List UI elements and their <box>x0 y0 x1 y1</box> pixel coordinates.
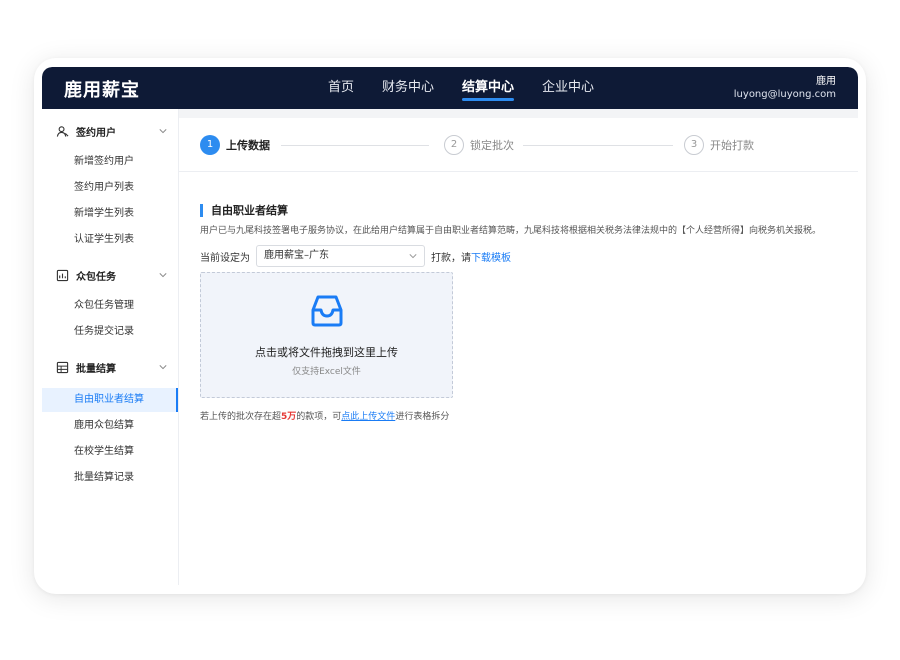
nav-enterprise[interactable]: 企业中心 <box>542 67 594 109</box>
note-suffix: 进行表格拆分 <box>395 412 450 422</box>
sidebar-item-freelancer-settlement[interactable]: 自由职业者结算 <box>42 388 178 412</box>
user-email: luyong@luyong.com <box>733 89 836 100</box>
sidebar-item-task-submissions[interactable]: 任务提交记录 <box>42 320 178 344</box>
entity-select-value: 鹿用薪宝–广东 <box>264 250 329 261</box>
user-info[interactable]: 鹿用 luyong@luyong.com <box>734 75 836 101</box>
main-nav: 首页 财务中心 结算中心 企业中心 <box>328 67 622 109</box>
nav-home[interactable]: 首页 <box>328 67 354 109</box>
sidebar-item-student-settlement[interactable]: 在校学生结算 <box>42 440 178 464</box>
sidebar: 签约用户 新增签约用户 签约用户列表 新增学生列表 认证学生列表 众包任务 众包… <box>42 109 179 585</box>
step-2-indicator: 2 <box>444 135 464 155</box>
note-prefix: 若上传的批次存在超 <box>200 412 282 422</box>
note-amount-highlight: 5万 <box>281 412 297 422</box>
sidebar-item-verified-students[interactable]: 认证学生列表 <box>42 228 178 252</box>
upload-title: 点击或将文件拖拽到这里上传 <box>255 346 398 359</box>
step-connector <box>281 145 429 146</box>
chart-box-icon <box>56 269 69 282</box>
user-name: 鹿用 <box>816 76 836 87</box>
chevron-down-icon <box>159 365 167 370</box>
step-3-indicator: 3 <box>684 135 704 155</box>
inbox-icon <box>311 295 343 327</box>
sidebar-group-crowdsource[interactable]: 众包任务 <box>42 263 179 289</box>
content-top-strip <box>179 109 858 118</box>
steps-bar: 1 上传数据 2 锁定批次 3 开始打款 <box>179 118 858 172</box>
step-1-label: 上传数据 <box>226 139 270 152</box>
split-note: 若上传的批次存在超5万的款项，可点此上传文件进行表格拆分 <box>200 409 449 422</box>
upload-split-file-link[interactable]: 点此上传文件 <box>341 412 395 422</box>
chevron-down-icon <box>409 254 417 259</box>
entity-select[interactable]: 鹿用薪宝–广东 <box>256 245 425 267</box>
sidebar-item-add-student-list[interactable]: 新增学生列表 <box>42 202 178 226</box>
table-icon <box>56 361 69 374</box>
brand-logo[interactable]: 鹿用薪宝 <box>64 76 140 102</box>
top-header: 鹿用薪宝 首页 财务中心 结算中心 企业中心 鹿用 luyong@luyong.… <box>42 67 858 109</box>
nav-settlement[interactable]: 结算中心 <box>462 67 515 109</box>
section-description: 用户已与九尾科技签署电子服务协议，在此给用户结算属于自由职业者结算范畴，九尾科技… <box>200 226 822 236</box>
setting-label: 当前设定为 <box>200 252 250 264</box>
sidebar-group-title: 众包任务 <box>76 272 116 283</box>
sidebar-item-signed-user-list[interactable]: 签约用户列表 <box>42 176 178 200</box>
note-middle: 的款项，可 <box>296 412 342 422</box>
sidebar-item-batch-records[interactable]: 批量结算记录 <box>42 466 178 490</box>
sidebar-group-batch-settlement[interactable]: 批量结算 <box>42 355 179 381</box>
setting-after-text: 打款，请 <box>431 252 471 264</box>
upload-dropzone[interactable]: 点击或将文件拖拽到这里上传 仅支持Excel文件 <box>200 272 453 398</box>
setting-row: 当前设定为 鹿用薪宝–广东 打款，请 下载模板 <box>200 245 511 267</box>
step-1-indicator: 1 <box>200 135 220 155</box>
step-2-label: 锁定批次 <box>470 139 514 152</box>
sidebar-group-title: 批量结算 <box>76 364 116 375</box>
step-connector <box>523 145 673 146</box>
sidebar-group-title: 签约用户 <box>76 128 116 139</box>
sidebar-item-add-signed-user[interactable]: 新增签约用户 <box>42 150 178 174</box>
nav-finance[interactable]: 财务中心 <box>382 67 434 109</box>
sidebar-group-signed-users[interactable]: 签约用户 <box>42 119 179 145</box>
chevron-down-icon <box>159 129 167 134</box>
sidebar-item-task-management[interactable]: 众包任务管理 <box>42 294 178 318</box>
sidebar-item-luyong-crowdsource-settlement[interactable]: 鹿用众包结算 <box>42 414 178 438</box>
download-template-link[interactable]: 下载模板 <box>471 249 511 264</box>
user-icon <box>56 126 69 137</box>
main-content: 1 上传数据 2 锁定批次 3 开始打款 自由职业者结算 用户已与九尾科技签署电… <box>179 109 858 585</box>
chevron-down-icon <box>159 273 167 278</box>
app-window: 鹿用薪宝 首页 财务中心 结算中心 企业中心 鹿用 luyong@luyong.… <box>42 67 858 585</box>
section-title: 自由职业者结算 <box>200 204 288 217</box>
upload-hint: 仅支持Excel文件 <box>292 367 361 377</box>
step-3-label: 开始打款 <box>710 139 754 152</box>
